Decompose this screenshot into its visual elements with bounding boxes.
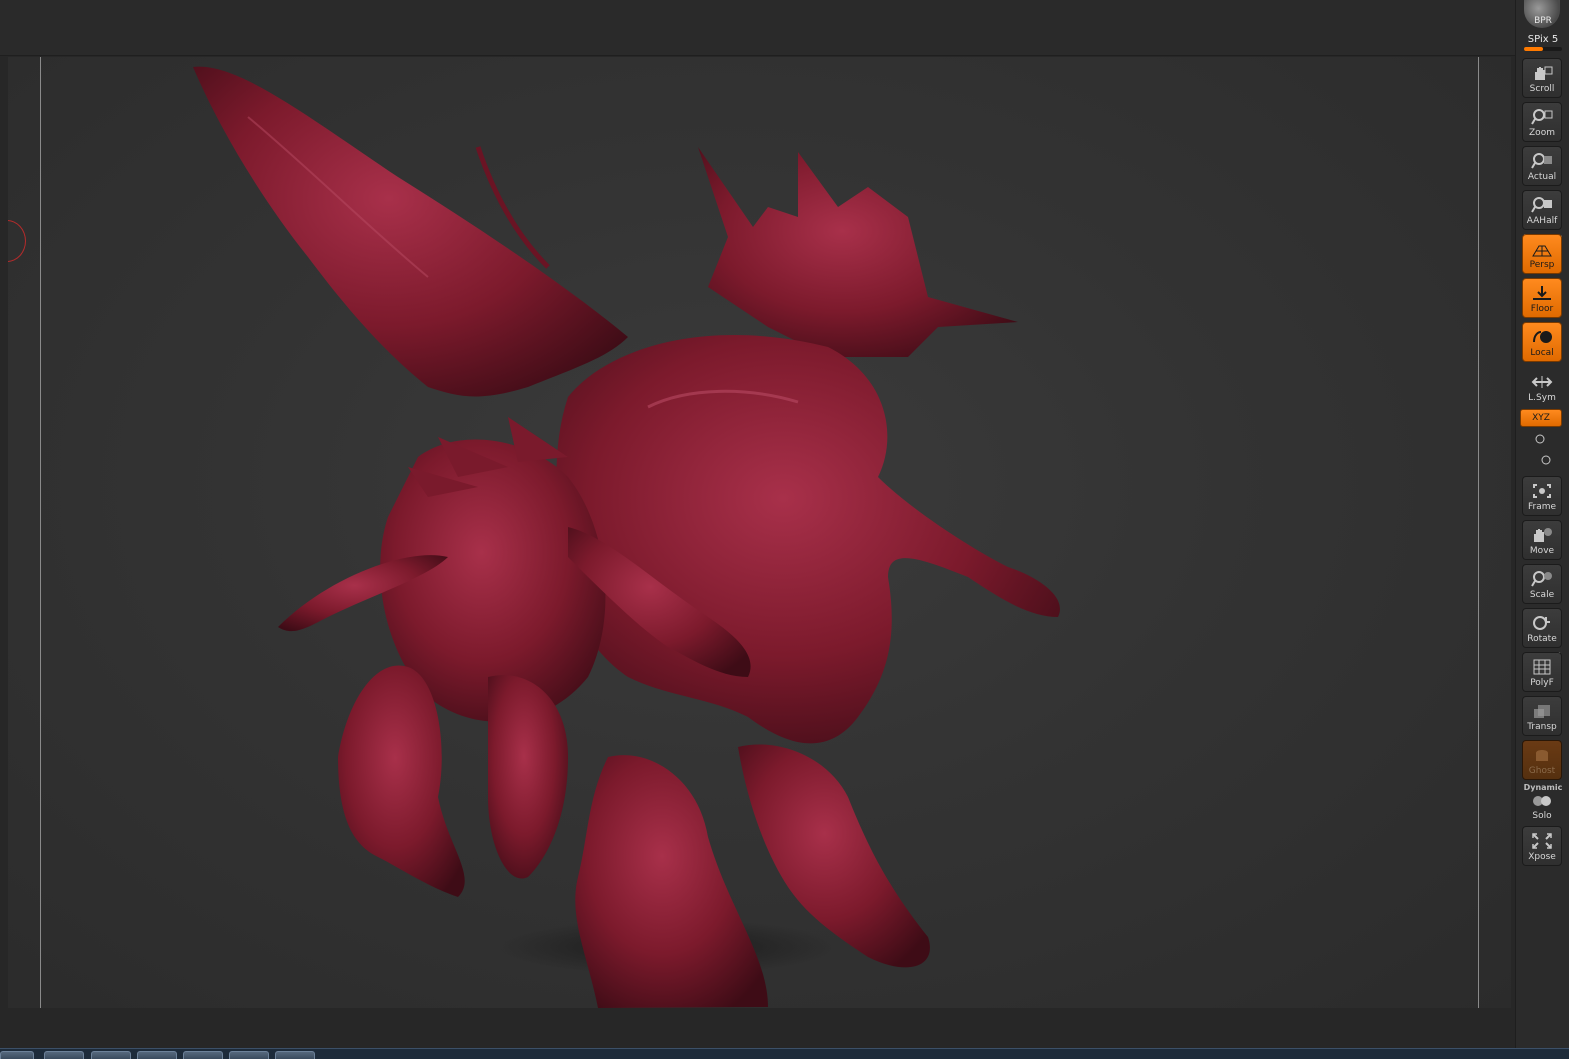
- start-button[interactable]: [0, 1051, 34, 1059]
- local-label: Local: [1530, 348, 1554, 358]
- rotate-icon: [1533, 616, 1550, 630]
- document-canvas[interactable]: [8, 57, 1511, 1008]
- floor-icon: [1533, 286, 1551, 300]
- spix-slider-fill: [1524, 47, 1543, 51]
- z-rotation-icon[interactable]: [1540, 454, 1552, 466]
- floor-button[interactable]: Floor: [1522, 278, 1562, 318]
- zoom-button[interactable]: Zoom: [1522, 102, 1562, 142]
- actual-button[interactable]: Actual: [1522, 146, 1562, 186]
- persp-label: Persp: [1529, 260, 1555, 270]
- rotate-button[interactable]: Rotate: [1522, 608, 1562, 648]
- scale-label: Scale: [1529, 590, 1555, 600]
- solo-label: Solo: [1532, 811, 1552, 821]
- perspective-grid-icon: [1532, 245, 1552, 257]
- ghost-icon: [1536, 750, 1548, 761]
- actual-label: Actual: [1527, 172, 1557, 182]
- scroll-label: Scroll: [1529, 84, 1555, 94]
- ghost-label: Ghost: [1528, 766, 1556, 776]
- local-button[interactable]: Local: [1522, 322, 1562, 362]
- frame-label: Frame: [1527, 502, 1557, 512]
- lsym-label: L.Sym: [1528, 393, 1556, 403]
- hand-icon: [1534, 528, 1552, 542]
- creature-sculpt-model[interactable]: [8, 57, 1511, 1008]
- top-toolbar-strip: [0, 0, 1515, 56]
- hand-icon: [1535, 66, 1553, 80]
- lsym-button[interactable]: L.Sym: [1522, 366, 1562, 406]
- transparency-icon: [1534, 705, 1550, 718]
- polyframe-grid-icon: [1533, 659, 1551, 675]
- magnifier-icon: [1531, 109, 1553, 125]
- move-label: Move: [1529, 546, 1555, 556]
- scale-button[interactable]: Scale: [1522, 564, 1562, 604]
- magnifier-icon: [1531, 197, 1552, 213]
- taskbar-app-4[interactable]: [183, 1051, 223, 1059]
- frame-icon: [1533, 484, 1551, 498]
- frame-button[interactable]: Frame: [1522, 476, 1562, 516]
- zoom-label: Zoom: [1529, 128, 1555, 138]
- persp-button[interactable]: Persp: [1522, 234, 1562, 274]
- spix-slider[interactable]: [1524, 47, 1562, 51]
- floor-label: Floor: [1530, 304, 1554, 314]
- right-shelf: BPR SPix 5 Scroll Zoom Actual AAHalf Dyn…: [1515, 0, 1569, 1048]
- local-icon: [1533, 331, 1552, 343]
- magnifier-icon: [1531, 153, 1552, 169]
- spix-label: SPix 5: [1527, 34, 1559, 45]
- bpr-label: BPR: [1534, 16, 1552, 26]
- canvas-bottom-margin: [0, 1008, 1515, 1048]
- solo-button[interactable]: Solo: [1522, 784, 1562, 824]
- solo-spheres-icon: [1533, 796, 1551, 806]
- expand-arrows-icon: [1532, 833, 1552, 849]
- xyz-rotation-toggle[interactable]: XYZ: [1520, 409, 1562, 427]
- polyf-button[interactable]: PolyF: [1522, 652, 1562, 692]
- aahalf-label: AAHalf: [1526, 216, 1558, 226]
- y-rotation-icon[interactable]: [1534, 433, 1546, 445]
- move-button[interactable]: Move: [1522, 520, 1562, 560]
- taskbar-app-6[interactable]: [275, 1051, 315, 1059]
- taskbar-app-3[interactable]: [137, 1051, 177, 1059]
- transp-label: Transp: [1527, 722, 1557, 732]
- xpose-label: Xpose: [1528, 852, 1556, 862]
- rotate-label: Rotate: [1527, 634, 1557, 644]
- taskbar-app-5[interactable]: [229, 1051, 269, 1059]
- aahalf-button[interactable]: AAHalf: [1522, 190, 1562, 230]
- transp-button[interactable]: Transp: [1522, 696, 1562, 736]
- ghost-button[interactable]: Ghost: [1522, 740, 1562, 780]
- symmetry-arrows-icon: [1531, 376, 1553, 388]
- magnifier-icon: [1531, 571, 1552, 587]
- xpose-button[interactable]: Xpose: [1522, 826, 1562, 866]
- os-taskbar: [0, 1048, 1569, 1059]
- polyf-label: PolyF: [1530, 678, 1554, 688]
- scroll-button[interactable]: Scroll: [1522, 58, 1562, 98]
- taskbar-app-1[interactable]: [44, 1051, 84, 1059]
- taskbar-app-2[interactable]: [91, 1051, 131, 1059]
